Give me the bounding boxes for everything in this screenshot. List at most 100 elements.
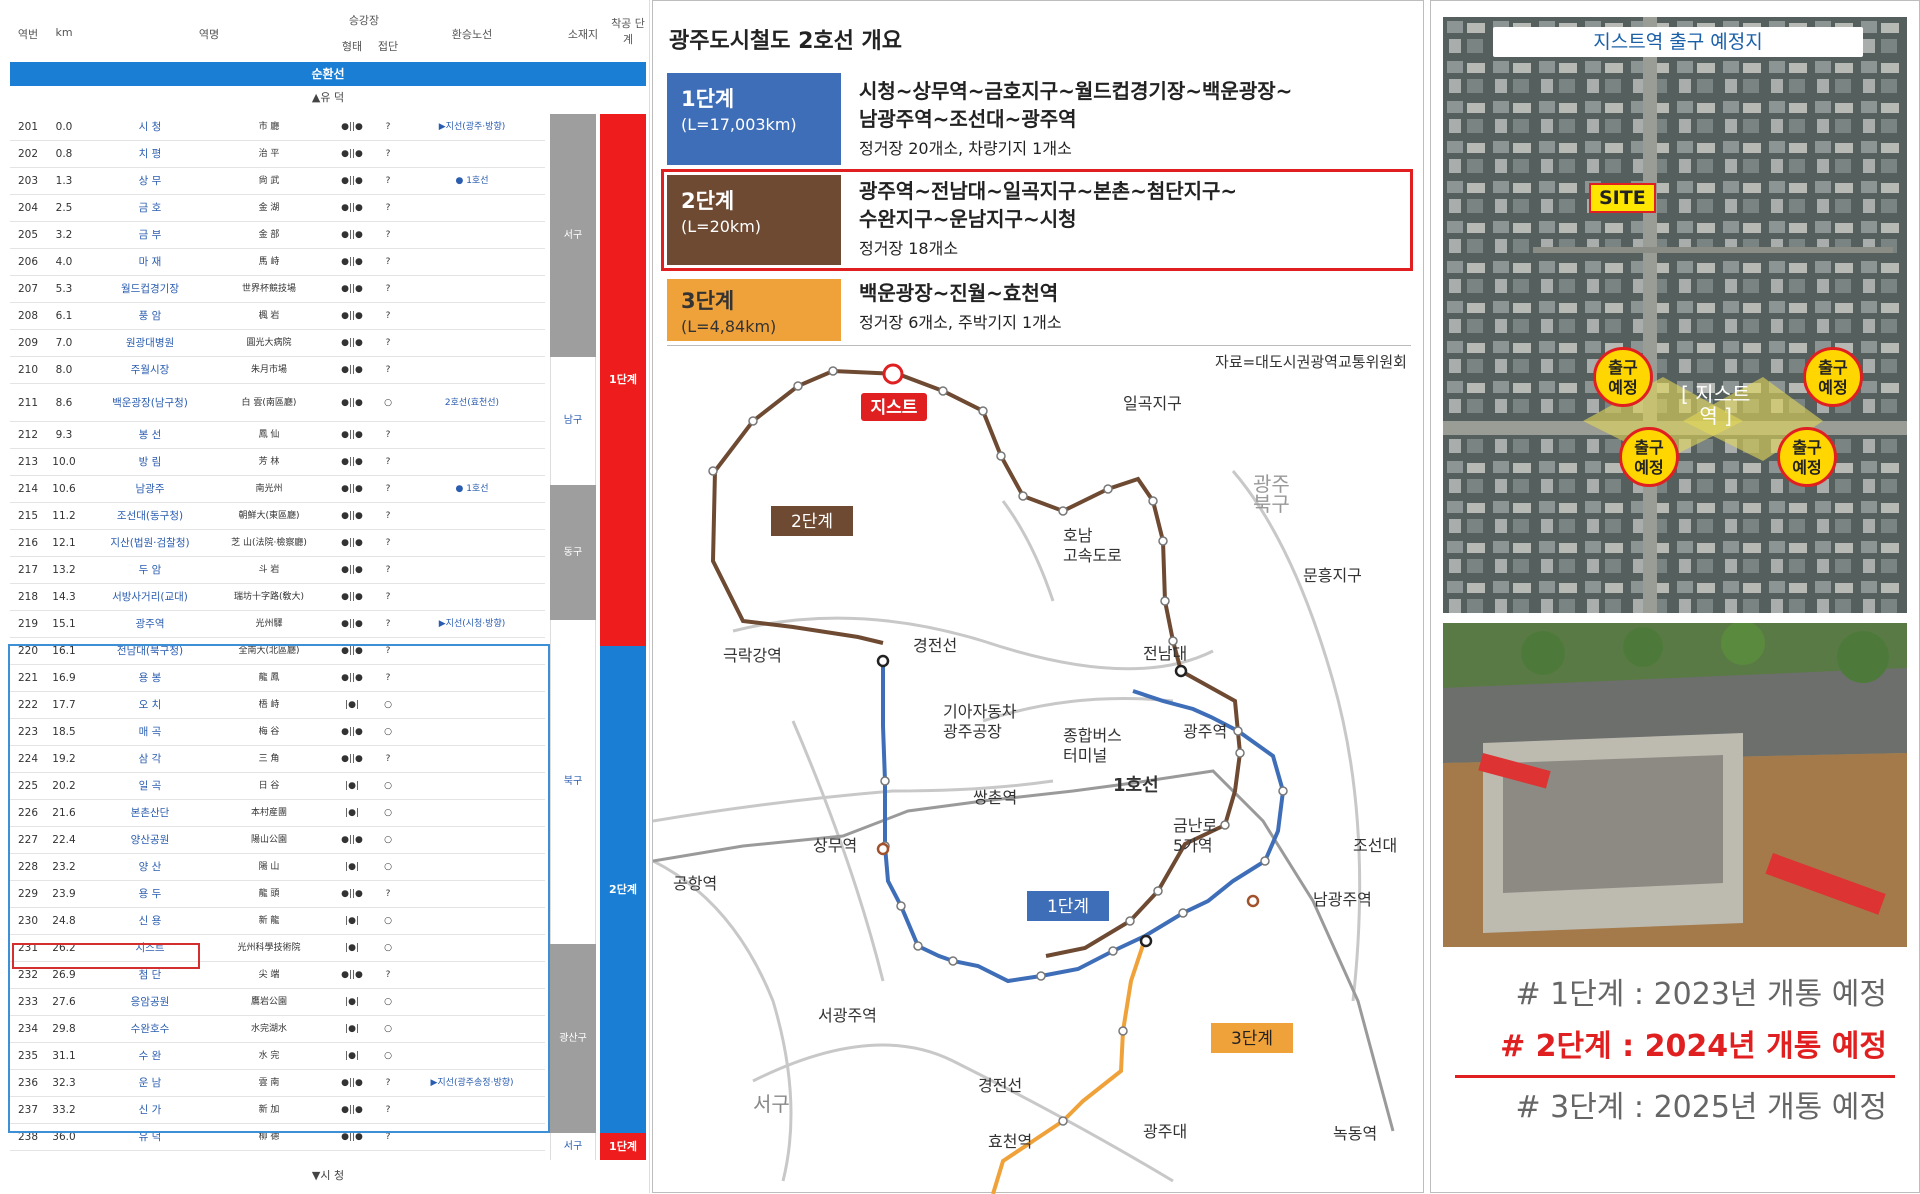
- station-number: 214: [17, 483, 39, 495]
- table-row: 203 1.3 상 무 尙 武 ●||●? ● 1호선: [10, 168, 545, 195]
- station-number: 206: [17, 256, 39, 268]
- station-name[interactable]: 조선대(동구청): [90, 503, 210, 530]
- station-name[interactable]: 마 재: [90, 249, 210, 276]
- rendering-svg: [1443, 623, 1907, 947]
- station-name[interactable]: 시 청: [90, 114, 210, 141]
- station-km: 4.0: [55, 256, 73, 268]
- station-dot: [1018, 491, 1028, 501]
- station-dot: [880, 776, 890, 786]
- aerial-title: 지스트역 출구 예정지: [1493, 27, 1863, 57]
- platform-mark: ?: [385, 311, 391, 321]
- station-km: 10.6: [52, 483, 76, 495]
- station-name[interactable]: 금 부: [90, 222, 210, 249]
- station-hanja: 尙 武: [258, 176, 280, 186]
- station-dot: [1160, 596, 1170, 606]
- map-label-geukrak: 극락강역: [723, 646, 782, 665]
- header-district: 소재지: [567, 28, 599, 41]
- station-dot: [1178, 908, 1188, 918]
- platform-type: ●||●: [341, 430, 363, 440]
- stage-bar-1: 1단계: [600, 114, 646, 646]
- table-row: 217 13.2 두 암 斗 岩 ●||●?: [10, 557, 545, 584]
- station-km: 8.6: [55, 397, 73, 409]
- district-donggu: 동구: [550, 485, 596, 620]
- loop-band: 순환선: [10, 62, 646, 86]
- header-km: km: [55, 26, 73, 39]
- gist-marker: [882, 363, 904, 385]
- station-dot: [748, 416, 758, 426]
- station-name[interactable]: 치 평: [90, 141, 210, 168]
- direction-top: ▲유 덕: [311, 91, 345, 104]
- table-row: 204 2.5 금 호 金 湖 ●||●?: [10, 195, 545, 222]
- platform-type: ●||●: [341, 311, 363, 321]
- map-label-airport: 공항역: [673, 874, 717, 893]
- map-label-gwangju-bukgu: 북구: [1253, 492, 1290, 516]
- opening-schedule: # 1단계 : 2023년 개통 예정 # 2단계 : 2024년 개통 예정 …: [1443, 969, 1907, 1134]
- platform-mark: ?: [385, 565, 391, 575]
- map-label-ilgok: 일곡지구: [1123, 394, 1182, 413]
- platform-type: ●||●: [341, 284, 363, 294]
- platform-type: ●||●: [341, 122, 363, 132]
- header-name: 역명: [198, 28, 220, 41]
- station-name[interactable]: 봉 선: [90, 422, 210, 449]
- station-dot: [913, 941, 923, 951]
- platform-type: ●||●: [341, 257, 363, 267]
- station-name[interactable]: 원광대병원: [90, 330, 210, 357]
- station-name[interactable]: 금 호: [90, 195, 210, 222]
- header-platform-b: 접단: [377, 40, 399, 53]
- station-dot: [1148, 496, 1158, 506]
- platform-type: ●||●: [341, 176, 363, 186]
- table-row: 205 3.2 금 부 金 部 ●||●?: [10, 222, 545, 249]
- station-km: 1.3: [55, 175, 73, 187]
- station-name[interactable]: 풍 암: [90, 303, 210, 330]
- station-dot: [793, 381, 803, 391]
- station-name[interactable]: 상 무: [90, 168, 210, 195]
- station-number: 207: [17, 283, 39, 295]
- map-label-seogu: 서구: [753, 1092, 790, 1116]
- station-number: 212: [17, 429, 39, 441]
- station-name[interactable]: 서방사거리(교대): [90, 584, 210, 611]
- platform-type: ●||●: [341, 592, 363, 602]
- transfer-station-dot: [1174, 664, 1188, 678]
- table-row: 219 15.1 광주역 光州驛 ●||●? ▶지선(시청·방향): [10, 611, 545, 638]
- table-row: 202 0.8 치 평 治 平 ●||●?: [10, 141, 545, 168]
- station-hanja: 瑞坊十字路(敎大): [233, 592, 305, 602]
- table-row: 208 6.1 풍 암 楓 岩 ●||●?: [10, 303, 545, 330]
- station-name[interactable]: 월드컵경기장: [90, 276, 210, 303]
- platform-mark: ?: [385, 365, 391, 375]
- station-hanja: 世界杯競技場: [241, 284, 296, 294]
- station-name[interactable]: 방 림: [90, 449, 210, 476]
- platform-mark: ?: [385, 122, 391, 132]
- gist-tag-label: 지스트: [871, 398, 918, 418]
- station-km: 15.1: [52, 618, 76, 630]
- station-dot: [1058, 1116, 1068, 1126]
- map-label-nokdong: 녹동역: [1333, 1124, 1377, 1143]
- station-number: 216: [17, 537, 39, 549]
- stage-bar-1b: 1단계: [600, 1133, 646, 1160]
- station-dot: [896, 901, 906, 911]
- station-dot: [938, 386, 948, 396]
- table-row: 207 5.3 월드컵경기장 世界杯競技場 ●||●?: [10, 276, 545, 303]
- map-label-gwangju-st: 광주역: [1183, 722, 1227, 741]
- station-dot: [978, 406, 988, 416]
- station-hanja: 楓 岩: [258, 311, 280, 321]
- transfer-line: ● 1호선: [455, 484, 489, 494]
- station-name[interactable]: 백운광장(남구청): [90, 384, 210, 422]
- station-km: 5.3: [55, 283, 73, 295]
- station-hanja: 鳳 仙: [258, 430, 280, 440]
- station-number: 205: [17, 229, 39, 241]
- station-hanja: 芝 山(法院·檢察廳): [231, 538, 307, 548]
- station-name[interactable]: 남광주: [90, 476, 210, 503]
- platform-type: ●||●: [341, 538, 363, 548]
- platform-mark: ?: [385, 592, 391, 602]
- aerial-photo: 지스트역 출구 예정지 SITE [ 지스트 역 ] 출구 예정 출구 예정 출…: [1443, 17, 1907, 613]
- map-label-honam: 고속도로: [1063, 546, 1122, 565]
- exit-marker-3: 출구 예정: [1619, 427, 1679, 487]
- platform-mark: ?: [385, 484, 391, 494]
- station-name[interactable]: 광주역: [90, 611, 210, 638]
- transfer-line: 2호선(효천선): [444, 398, 500, 408]
- station-name[interactable]: 두 암: [90, 557, 210, 584]
- station-name[interactable]: 주월시장: [90, 357, 210, 384]
- stage2-outline: [8, 644, 550, 1133]
- station-dot: [1260, 856, 1270, 866]
- station-name[interactable]: 지산(법원·검찰청): [90, 530, 210, 557]
